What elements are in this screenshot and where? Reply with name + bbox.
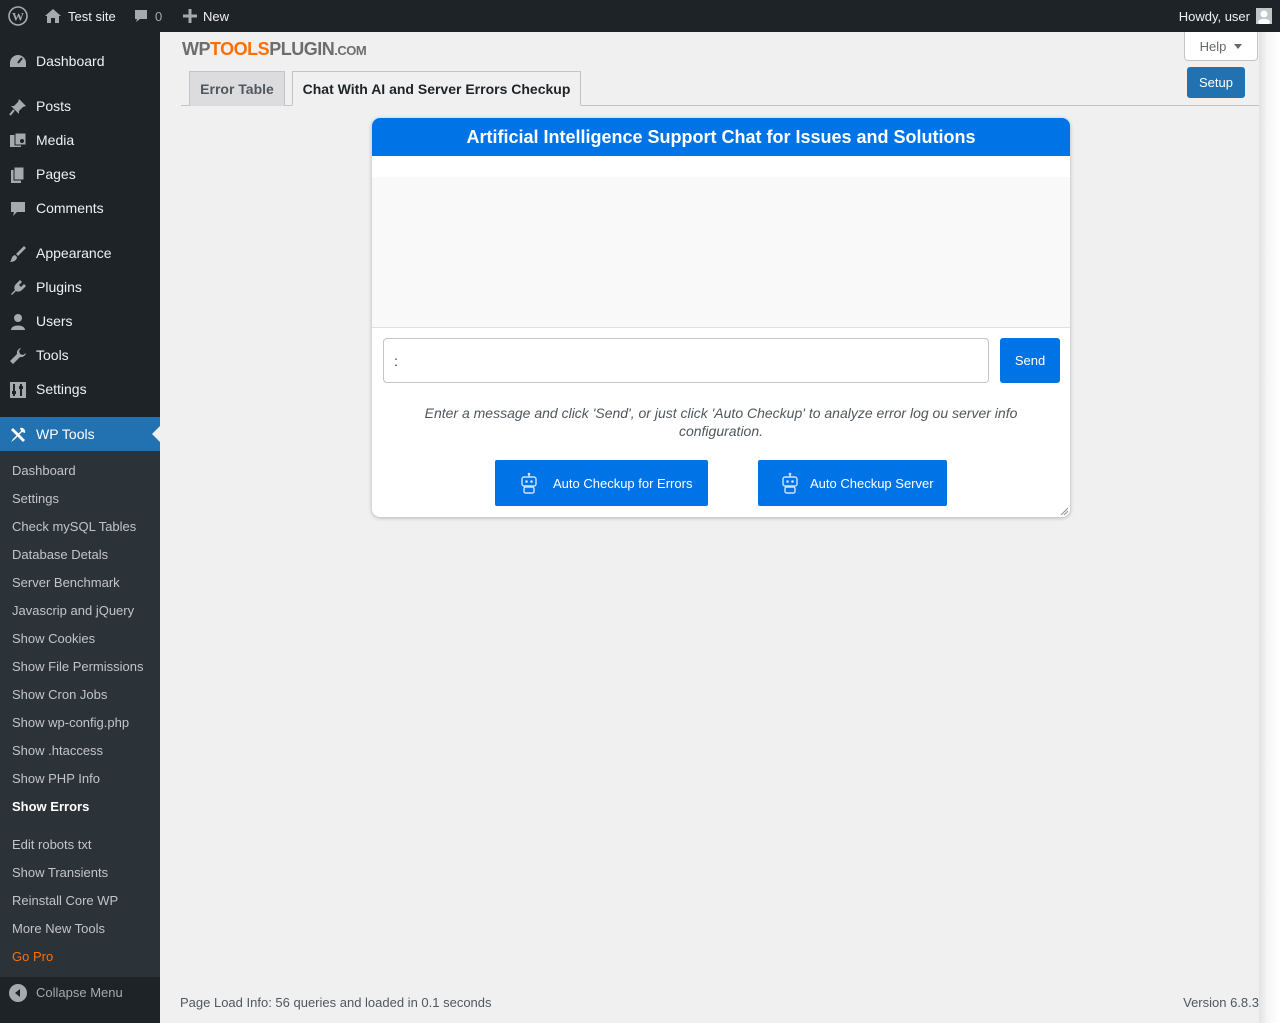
menu-label: Appearance (36, 245, 112, 261)
menu-label: WP Tools (36, 426, 95, 442)
auto-checkup-server-label: Auto Checkup Server (810, 475, 934, 491)
auto-checkup-errors-button[interactable]: Auto Checkup for Errors (495, 460, 708, 506)
menu-label: Comments (36, 200, 104, 216)
submenu-item-show-htaccess[interactable]: Show .htaccess (12, 743, 103, 758)
submenu-item-go-pro[interactable]: Go Pro (12, 949, 53, 964)
pin-icon (8, 97, 28, 117)
menu-item-comments[interactable]: Comments (0, 191, 160, 225)
menu-item-media[interactable]: Media (0, 123, 160, 157)
submenu-item-reinstall-core-wp[interactable]: Reinstall Core WP (12, 893, 118, 908)
admin-menu: Dashboard Posts Media Pages Comments App… (0, 32, 160, 1023)
submenu-item-database-details[interactable]: Database Detals (12, 547, 108, 562)
chat-message-input[interactable] (383, 338, 989, 383)
send-button[interactable]: Send (1000, 338, 1060, 383)
menu-label: Plugins (36, 279, 82, 295)
menu-label: Media (36, 132, 75, 148)
menu-item-posts[interactable]: Posts (0, 89, 160, 123)
submenu-item-javascript-jquery[interactable]: Javascrip and jQuery (12, 603, 134, 618)
menu-item-dashboard[interactable]: Dashboard (0, 44, 160, 78)
menu-item-users[interactable]: Users (0, 304, 160, 338)
menu-label: Pages (36, 166, 76, 182)
submenu-item-show-transients[interactable]: Show Transients (12, 865, 108, 880)
wordpress-logo-icon[interactable]: W (6, 0, 30, 32)
ai-chat-panel: Artificial Intelligence Support Chat for… (372, 118, 1070, 517)
brush-icon (8, 244, 28, 264)
comments-link[interactable]: 0 (133, 0, 162, 32)
setup-button[interactable]: Setup (1187, 67, 1245, 98)
submenu-item-dashboard[interactable]: Dashboard (12, 463, 76, 478)
robot-icon (780, 472, 800, 494)
caret-down-icon (1234, 43, 1243, 49)
menu-label: Dashboard (36, 53, 105, 69)
menu-label: Posts (36, 98, 72, 114)
comment-icon (135, 10, 147, 22)
tools-icon (8, 425, 28, 445)
dashboard-icon (8, 52, 28, 72)
pages-icon (8, 165, 28, 185)
menu-item-wp-tools[interactable]: WP Tools (0, 417, 160, 451)
media-icon (8, 131, 28, 151)
chat-instructions: Enter a message and click 'Send', or jus… (424, 405, 1018, 439)
submenu-item-show-cookies[interactable]: Show Cookies (12, 631, 95, 646)
help-tab-button[interactable]: Help (1184, 32, 1258, 61)
wrench-icon (8, 346, 28, 366)
menu-label: Users (36, 313, 73, 329)
resize-handle-icon[interactable] (1060, 507, 1068, 515)
home-icon (45, 9, 61, 23)
submenu-item-show-php-info[interactable]: Show PHP Info (12, 771, 100, 786)
svg-text:W: W (12, 10, 24, 24)
menu-item-pages[interactable]: Pages (0, 157, 160, 191)
new-content-link[interactable]: New (183, 0, 229, 32)
submenu-item-more-new-tools[interactable]: More New Tools (12, 921, 105, 936)
comments-count: 0 (155, 8, 163, 24)
submenu-item-show-errors[interactable]: Show Errors (12, 799, 89, 814)
admin-bar: W Test site 0 New Howdy, user (0, 0, 1280, 32)
robot-icon (519, 472, 539, 494)
submenu-item-check-mysql-tables[interactable]: Check mySQL Tables (12, 519, 136, 534)
comment-icon (8, 199, 28, 219)
howdy-text: Howdy, user (1178, 8, 1250, 24)
collapse-arrow-icon (9, 984, 27, 1002)
submenu-item-edit-robots-txt[interactable]: Edit robots txt (12, 837, 91, 852)
menu-item-settings[interactable]: Settings (0, 372, 160, 406)
user-icon (8, 312, 28, 332)
submenu-item-show-cron-jobs[interactable]: Show Cron Jobs (12, 687, 107, 702)
menu-label: Settings (36, 381, 87, 397)
submenu-item-show-wp-config[interactable]: Show wp-config.php (12, 715, 129, 730)
my-account-link[interactable]: Howdy, user (1179, 0, 1272, 32)
page-load-info: Page Load Info: 56 queries and loaded in… (180, 995, 492, 1010)
auto-checkup-server-button[interactable]: Auto Checkup Server (758, 460, 947, 506)
avatar (1256, 8, 1272, 24)
plus-icon (183, 9, 197, 23)
menu-item-tools[interactable]: Tools (0, 338, 160, 372)
chat-messages-area[interactable] (372, 177, 1070, 328)
sliders-icon (8, 380, 28, 400)
collapse-menu-label: Collapse Menu (36, 985, 123, 1000)
wp-version: Version 6.8.3 (1183, 995, 1259, 1010)
tab-chat-ai-server-errors[interactable]: Chat With AI and Server Errors Checkup (292, 71, 581, 106)
submenu-item-server-benchmark[interactable]: Server Benchmark (12, 575, 120, 590)
auto-checkup-errors-label: Auto Checkup for Errors (553, 475, 693, 491)
menu-item-appearance[interactable]: Appearance (0, 236, 160, 270)
tab-error-table[interactable]: Error Table (189, 71, 285, 106)
menu-item-plugins[interactable]: Plugins (0, 270, 160, 304)
site-name: Test site (68, 8, 116, 24)
menu-label: Tools (36, 347, 69, 363)
plugin-icon (8, 278, 28, 298)
page-right-edge (1259, 32, 1280, 1023)
chat-title: Artificial Intelligence Support Chat for… (372, 118, 1070, 156)
current-menu-arrow (152, 426, 160, 442)
help-label: Help (1199, 38, 1227, 54)
wptoolsplugin-logo: WPTOOLSPLUGIN.COM (182, 39, 367, 59)
site-name-link[interactable]: Test site (44, 0, 116, 32)
new-label: New (203, 8, 230, 24)
collapse-menu-button[interactable]: Collapse Menu (0, 976, 160, 1010)
submenu-item-show-file-permissions[interactable]: Show File Permissions (12, 659, 144, 674)
submenu-item-settings[interactable]: Settings (12, 491, 59, 506)
